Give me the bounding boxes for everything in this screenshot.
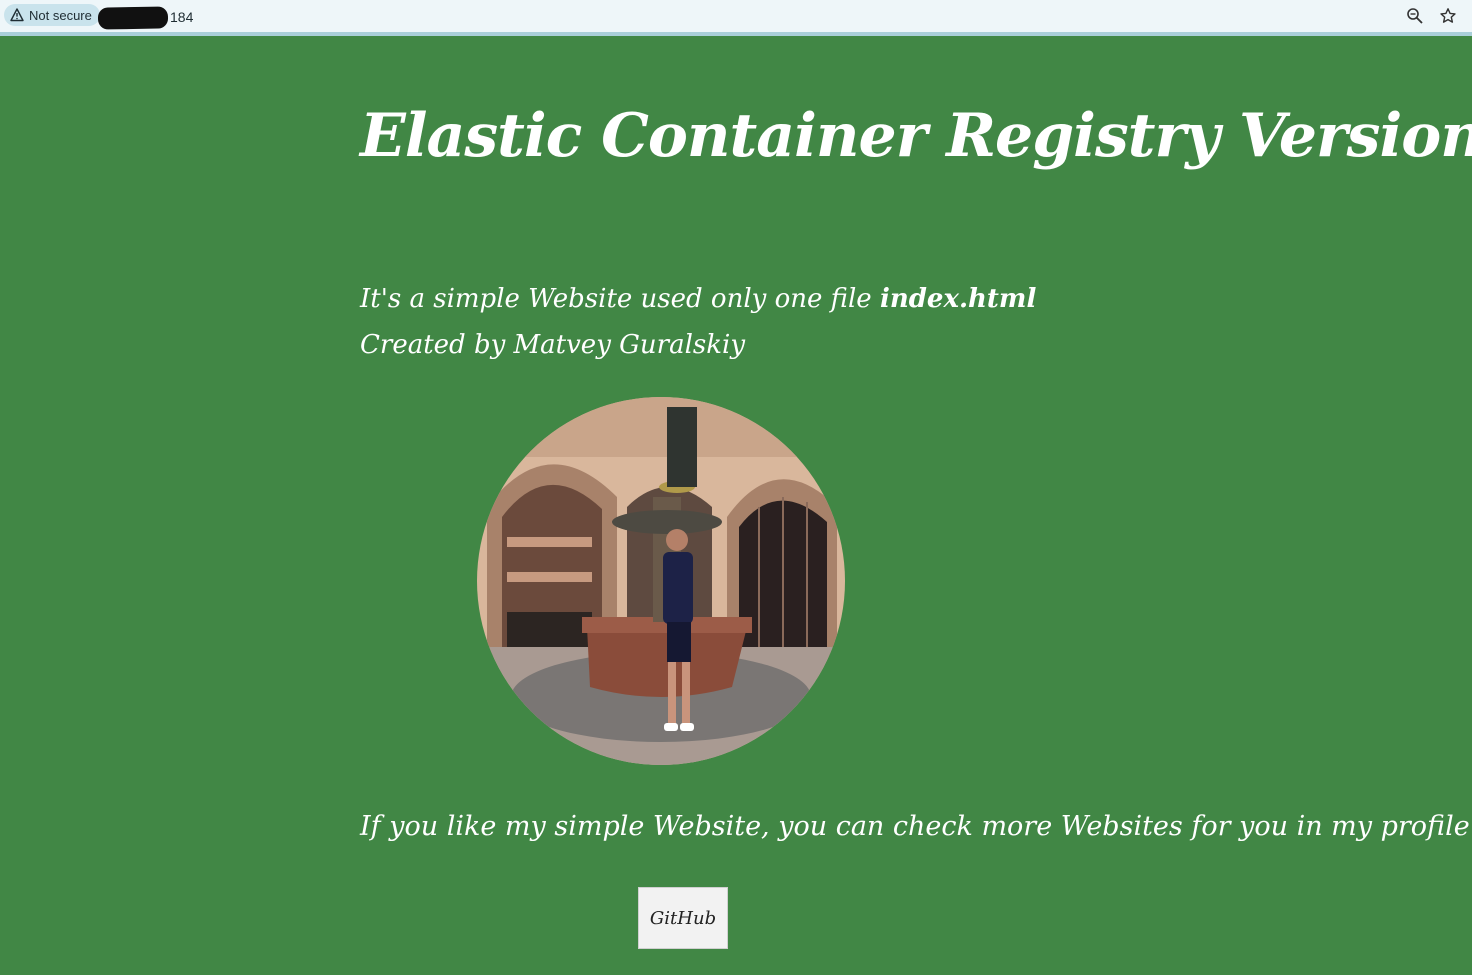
security-indicator[interactable]: Not secure (4, 4, 100, 26)
warning-icon (10, 8, 24, 22)
author-line: Created by Matvey Guralskiy (360, 330, 746, 360)
star-icon[interactable] (1438, 6, 1458, 26)
description-line: It's a simple Website used only one file… (360, 276, 1036, 322)
description: It's a simple Website used only one file… (360, 276, 1036, 368)
address-field[interactable]: 184 (97, 6, 194, 30)
redacted-url-segment (97, 6, 169, 30)
description-text: It's a simple Website used only one file (360, 284, 880, 314)
browser-address-bar: Not secure 184 (0, 0, 1472, 36)
url-text: 184 (170, 9, 194, 25)
page-title: Elastic Container Registry Version 2 (360, 101, 1472, 171)
security-label: Not secure (29, 7, 92, 23)
zoom-icon[interactable] (1405, 6, 1425, 26)
github-button[interactable]: GitHub (638, 887, 728, 949)
profile-photo (477, 397, 845, 765)
profile-call-to-action: If you like my simple Website, you can c… (360, 811, 1470, 842)
file-name: index.html (879, 284, 1037, 314)
